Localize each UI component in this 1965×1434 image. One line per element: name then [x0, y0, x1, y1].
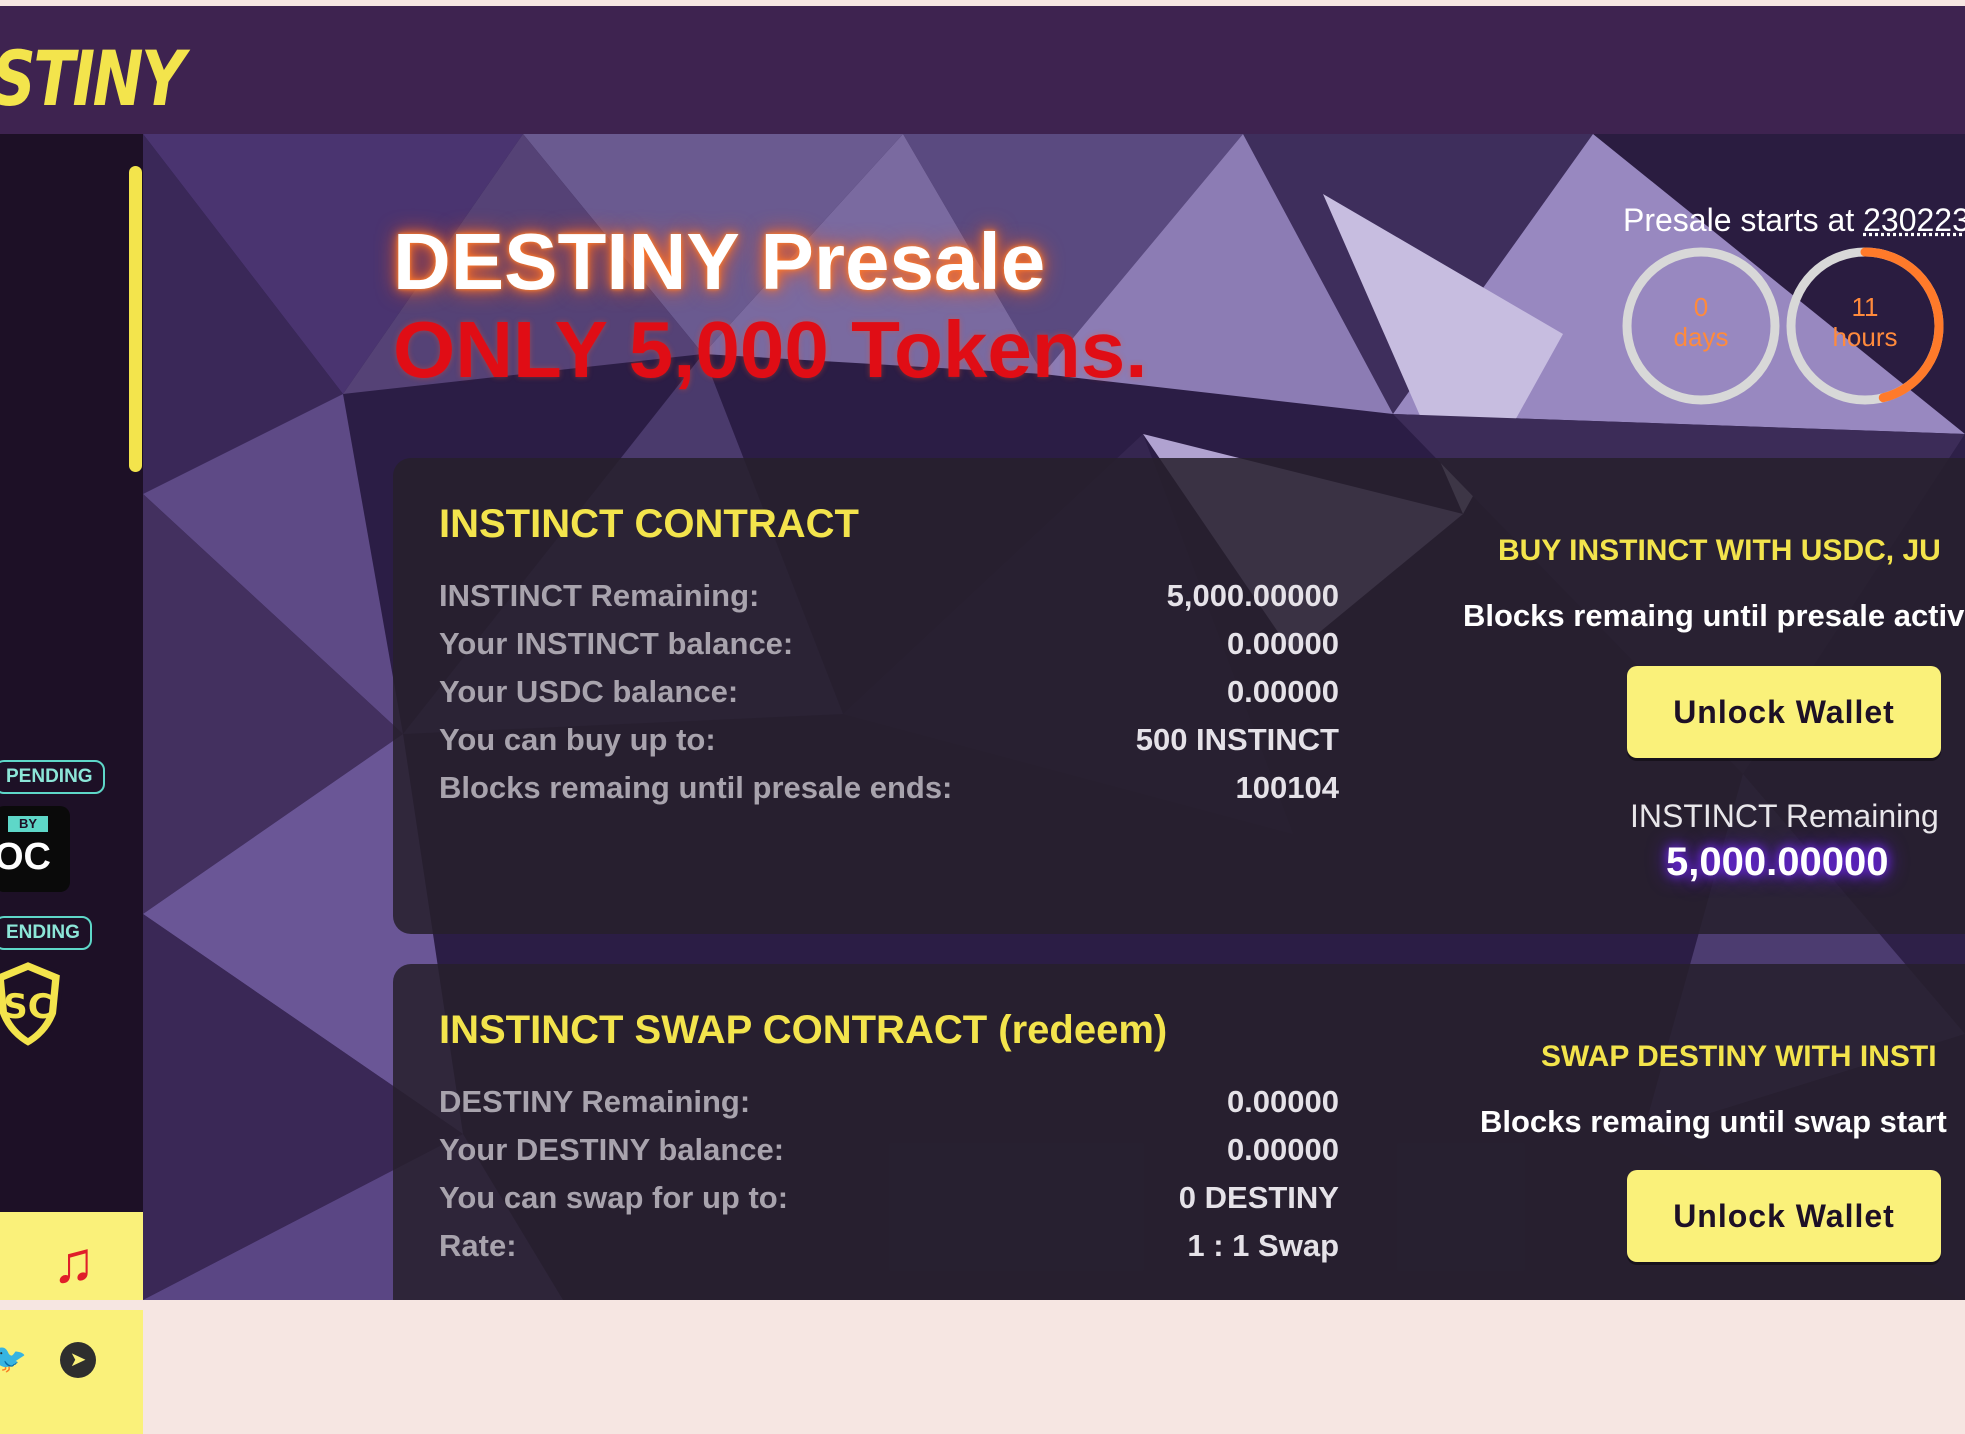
swap-contract-panel: INSTINCT SWAP CONTRACT (redeem) DESTINY …: [393, 964, 1965, 1300]
kyc-badge[interactable]: BY OC: [0, 806, 70, 892]
countdown-hours-unit: hours: [1832, 322, 1898, 352]
presale-title: DESTINY Presale: [393, 217, 1046, 306]
audit-status-badge: ENDING: [0, 916, 92, 950]
music-icon[interactable]: ♫: [52, 1234, 96, 1292]
swap-unlock-wallet-button[interactable]: Unlock Wallet: [1627, 1170, 1941, 1262]
presale-end-blocks-row: Blocks remaing until presale ends: 100104: [439, 770, 1339, 805]
presale-section: DESTINY Presale ONLY 5,000 Tokens. Presa…: [143, 134, 1965, 1300]
sidebar-scrollbar[interactable]: [129, 166, 142, 472]
top-navbar: STINY: [0, 6, 1965, 134]
instinct-contract-title: INSTINCT CONTRACT: [439, 502, 859, 546]
kyc-status-badge: PENDING: [0, 760, 105, 794]
destiny-balance-row: Your DESTINY balance: 0.00000: [439, 1132, 1339, 1167]
presale-start-label: Presale starts at 230223: [1623, 202, 1965, 239]
instinct-contract-panel: INSTINCT CONTRACT INSTINCT Remaining: 5,0…: [393, 458, 1965, 934]
countdown-hours-value: 11: [1851, 292, 1879, 322]
audit-shield-icon[interactable]: SC: [0, 956, 68, 1051]
presale-start-text: Presale starts at: [1623, 202, 1864, 238]
buy-instinct-heading: BUY INSTINCT WITH USDC, JU: [1498, 534, 1941, 567]
swap-contract-title: INSTINCT SWAP CONTRACT (redeem): [439, 1008, 1168, 1052]
twitter-icon[interactable]: 🐦: [0, 1342, 27, 1375]
presale-start-block[interactable]: 230223: [1863, 202, 1965, 238]
sidebar: PENDING BY OC ENDING SC ♫ 🐦 ➤: [0, 134, 143, 1434]
countdown-hours: 11 hours: [1785, 246, 1945, 406]
presale-activation-blocks: Blocks remaing until presale activ: [1463, 598, 1965, 633]
presale-subtitle: ONLY 5,000 Tokens.: [393, 305, 1148, 394]
swap-rate-row: Rate: 1 : 1 Swap: [439, 1228, 1339, 1263]
instinct-remaining-row: INSTINCT Remaining: 5,000.00000: [439, 578, 1339, 613]
countdown-days: 0 days: [1621, 246, 1781, 406]
instinct-remaining-label: INSTINCT Remaining: [1630, 798, 1939, 834]
swap-destiny-heading: SWAP DESTINY WITH INSTI: [1541, 1040, 1937, 1073]
instinct-remaining-value: 5,000.00000: [1666, 840, 1889, 884]
telegram-icon[interactable]: ➤: [60, 1342, 96, 1378]
page-bottom-edge: [0, 1300, 1965, 1310]
swap-start-blocks: Blocks remaing until swap start: [1480, 1104, 1947, 1139]
usdc-balance-row: Your USDC balance: 0.00000: [439, 674, 1339, 709]
social-links: ♫ 🐦 ➤: [0, 1212, 143, 1434]
shield-text: SC: [3, 987, 52, 1027]
kyc-name: OC: [0, 836, 51, 878]
kyc-by-label: BY: [8, 816, 48, 832]
countdown-days-value: 0: [1693, 292, 1709, 322]
swap-limit-row: You can swap for up to: 0 DESTINY: [439, 1180, 1339, 1215]
unlock-wallet-button[interactable]: Unlock Wallet: [1627, 666, 1941, 758]
countdown-days-unit: days: [1673, 322, 1729, 352]
buy-limit-row: You can buy up to: 500 INSTINCT: [439, 722, 1339, 757]
destiny-remaining-row: DESTINY Remaining: 0.00000: [439, 1084, 1339, 1119]
instinct-balance-row: Your INSTINCT balance: 0.00000: [439, 626, 1339, 661]
destiny-logo[interactable]: STINY: [0, 34, 185, 123]
